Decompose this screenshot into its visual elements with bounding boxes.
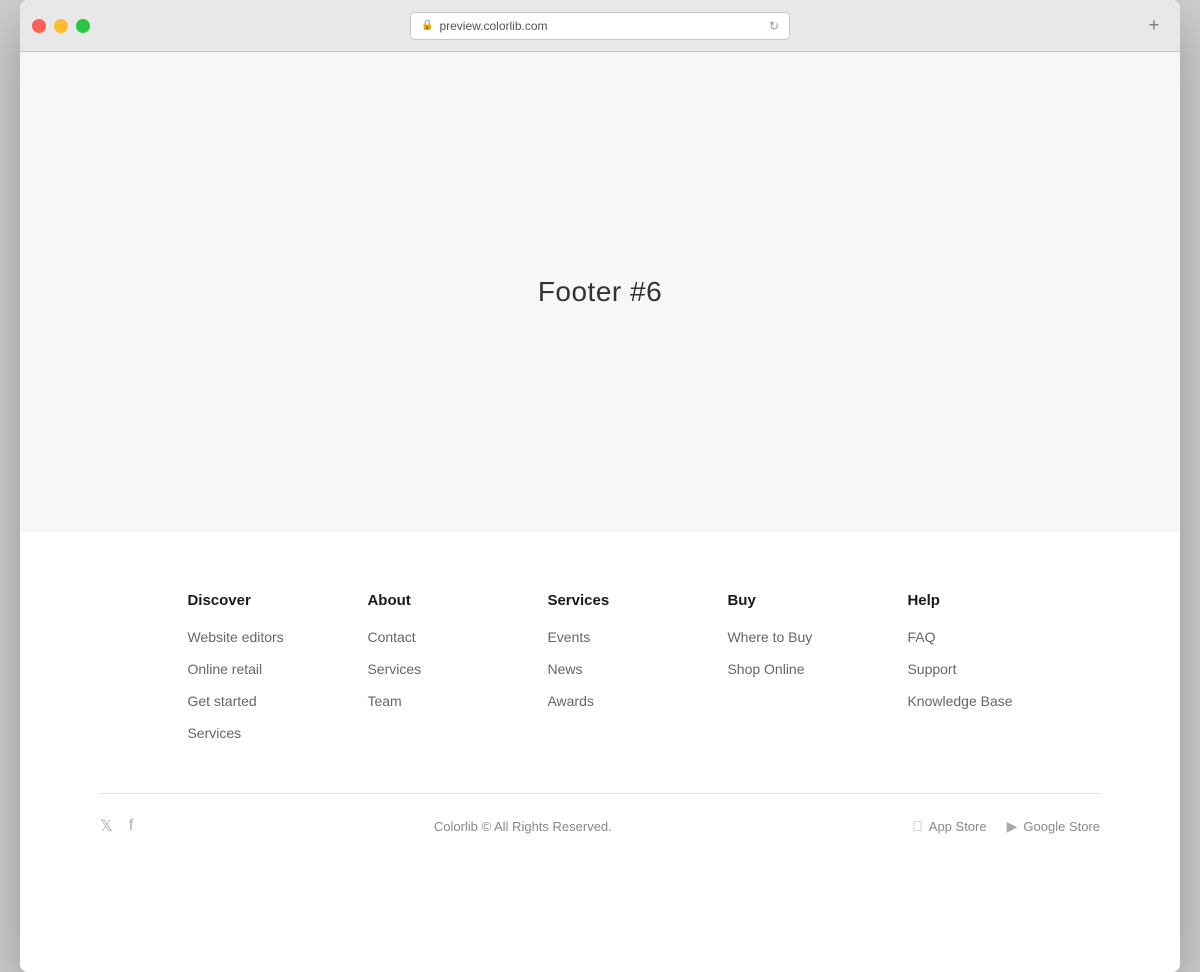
list-item: Events xyxy=(547,629,647,647)
minimize-button[interactable] xyxy=(54,19,68,33)
footer-heading-help: Help xyxy=(907,592,1012,609)
list-item: Team xyxy=(367,693,467,711)
footer-links-about: Contact Services Team xyxy=(367,629,467,711)
footer-links-buy: Where to Buy Shop Online xyxy=(727,629,827,679)
link-news[interactable]: News xyxy=(547,661,582,677)
list-item: Support xyxy=(907,661,1012,679)
browser-content: Footer #6 Discover Website editors Onlin… xyxy=(20,52,1180,972)
browser-buttons xyxy=(32,19,90,33)
apple-icon:  xyxy=(912,818,923,834)
footer: Discover Website editors Online retail G… xyxy=(20,532,1180,866)
list-item: Services xyxy=(187,725,287,743)
close-button[interactable] xyxy=(32,19,46,33)
list-item: Get started xyxy=(187,693,287,711)
list-item: Services xyxy=(367,661,467,679)
refresh-icon[interactable]: ↻ xyxy=(769,19,779,33)
play-icon: ▶ xyxy=(1007,818,1018,835)
link-online-retail[interactable]: Online retail xyxy=(187,661,262,677)
footer-links-help: FAQ Support Knowledge Base xyxy=(907,629,1012,711)
app-store-label: App Store xyxy=(929,819,987,834)
app-store-link[interactable]:  App Store xyxy=(912,818,986,834)
page-title: Footer #6 xyxy=(538,276,662,308)
list-item: Shop Online xyxy=(727,661,827,679)
browser-window: 🔒 preview.colorlib.com ↻ + Footer #6 Dis… xyxy=(20,0,1180,972)
list-item: Knowledge Base xyxy=(907,693,1012,711)
footer-links-services: Events News Awards xyxy=(547,629,647,711)
main-section: Footer #6 xyxy=(20,52,1180,532)
social-links: 𝕏 f xyxy=(100,816,133,836)
link-get-started[interactable]: Get started xyxy=(187,693,256,709)
google-store-label: Google Store xyxy=(1023,819,1100,834)
footer-heading-discover: Discover xyxy=(187,592,287,609)
list-item: FAQ xyxy=(907,629,1012,647)
footer-bottom: 𝕏 f Colorlib © All Rights Reserved.  Ap… xyxy=(20,794,1180,866)
footer-heading-services: Services xyxy=(547,592,647,609)
link-services-about[interactable]: Services xyxy=(367,661,421,677)
footer-nav: Discover Website editors Online retail G… xyxy=(20,592,1180,793)
list-item: Awards xyxy=(547,693,647,711)
footer-col-discover: Discover Website editors Online retail G… xyxy=(187,592,287,743)
list-item: News xyxy=(547,661,647,679)
link-support[interactable]: Support xyxy=(907,661,956,677)
footer-col-services: Services Events News Awards xyxy=(547,592,647,743)
link-website-editors[interactable]: Website editors xyxy=(187,629,283,645)
link-shop-online[interactable]: Shop Online xyxy=(727,661,804,677)
footer-links-discover: Website editors Online retail Get starte… xyxy=(187,629,287,743)
footer-heading-about: About xyxy=(367,592,467,609)
list-item: Contact xyxy=(367,629,467,647)
link-where-to-buy[interactable]: Where to Buy xyxy=(727,629,812,645)
link-services-discover[interactable]: Services xyxy=(187,725,241,741)
list-item: Where to Buy xyxy=(727,629,827,647)
link-team[interactable]: Team xyxy=(367,693,401,709)
maximize-button[interactable] xyxy=(76,19,90,33)
copyright-text: Colorlib © All Rights Reserved. xyxy=(434,819,612,834)
address-bar[interactable]: 🔒 preview.colorlib.com ↻ xyxy=(410,12,790,40)
link-contact[interactable]: Contact xyxy=(367,629,415,645)
footer-col-buy: Buy Where to Buy Shop Online xyxy=(727,592,827,743)
link-awards[interactable]: Awards xyxy=(547,693,593,709)
facebook-icon[interactable]: f xyxy=(129,817,133,835)
link-events[interactable]: Events xyxy=(547,629,590,645)
address-text: preview.colorlib.com xyxy=(439,19,762,33)
link-faq[interactable]: FAQ xyxy=(907,629,935,645)
lock-icon: 🔒 xyxy=(421,20,433,31)
list-item: Online retail xyxy=(187,661,287,679)
new-tab-button[interactable]: + xyxy=(1140,12,1168,40)
footer-col-help: Help FAQ Support Knowledge Base xyxy=(907,592,1012,743)
footer-heading-buy: Buy xyxy=(727,592,827,609)
browser-titlebar: 🔒 preview.colorlib.com ↻ + xyxy=(20,0,1180,52)
list-item: Website editors xyxy=(187,629,287,647)
footer-col-about: About Contact Services Team xyxy=(367,592,467,743)
link-knowledge-base[interactable]: Knowledge Base xyxy=(907,693,1012,709)
store-links:  App Store ▶ Google Store xyxy=(912,818,1100,835)
twitter-icon[interactable]: 𝕏 xyxy=(100,816,113,836)
google-store-link[interactable]: ▶ Google Store xyxy=(1007,818,1100,835)
